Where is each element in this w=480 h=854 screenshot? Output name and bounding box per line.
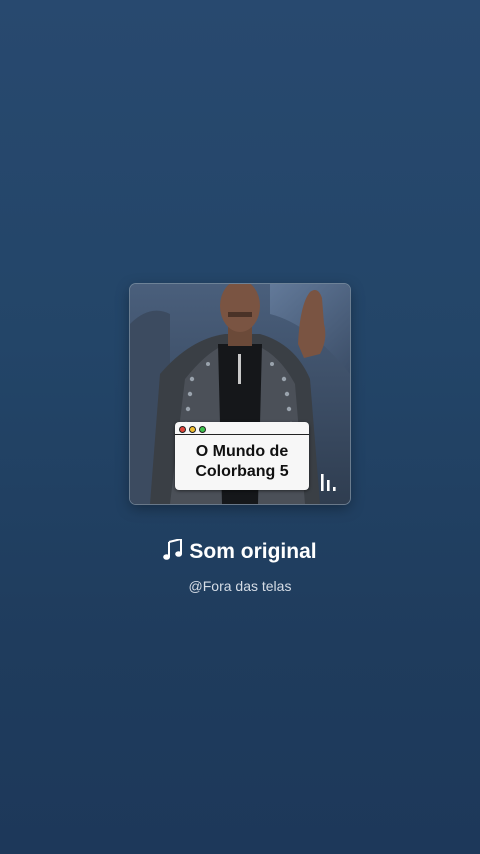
caption-line-2: Colorbang 5 — [195, 463, 289, 480]
caption-text: O Mundo de Colorbang 5 — [175, 442, 309, 482]
sound-author[interactable]: @Fora das telas — [0, 577, 480, 595]
maximize-dot-icon — [199, 426, 206, 433]
window-controls — [179, 426, 206, 433]
caption-line-1: O Mundo de — [195, 443, 289, 460]
equalizer-bars-icon — [321, 474, 336, 491]
sound-title-row[interactable]: Som original — [0, 538, 480, 566]
caption-divider — [175, 434, 309, 435]
minimize-dot-icon — [189, 426, 196, 433]
sound-title: Som original — [189, 540, 317, 563]
close-dot-icon — [179, 426, 186, 433]
music-note-icon — [163, 539, 183, 560]
album-cover[interactable]: O Mundo de Colorbang 5 — [130, 284, 350, 504]
caption-window: O Mundo de Colorbang 5 — [175, 422, 309, 490]
